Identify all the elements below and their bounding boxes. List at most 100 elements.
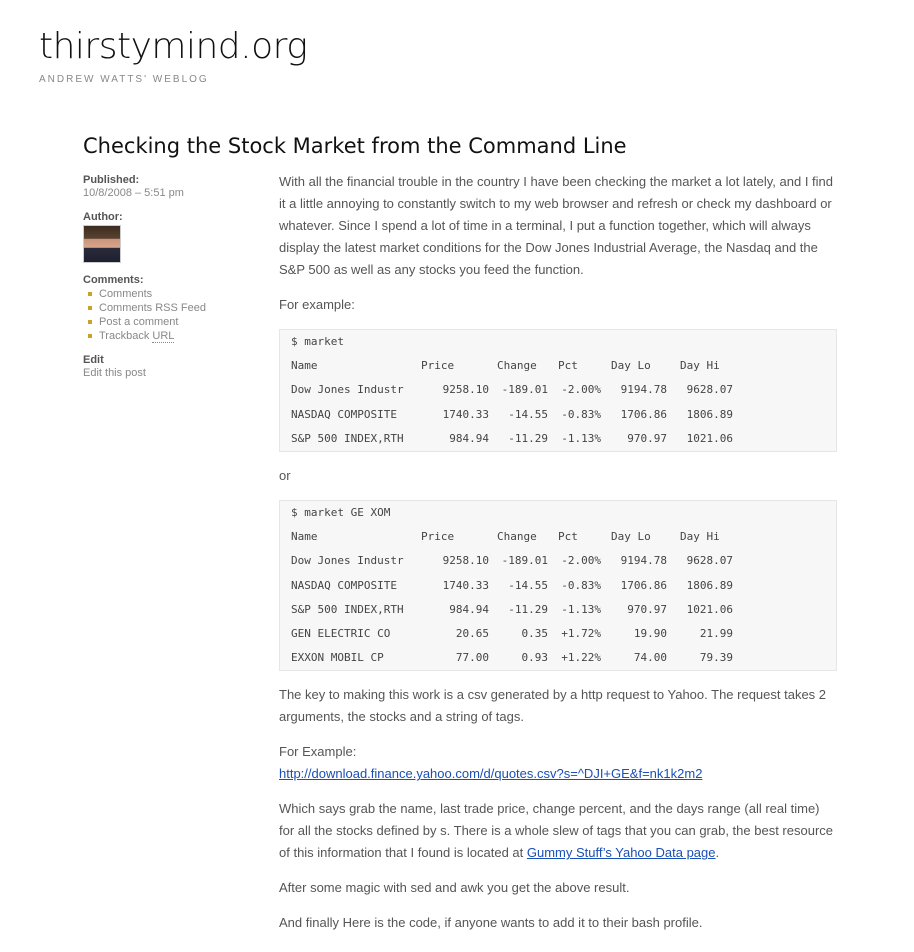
row-day-lo: 970.97 [627, 602, 667, 616]
yahoo-quotes-url-link[interactable]: http://download.finance.yahoo.com/d/quot… [279, 766, 702, 781]
row-change: -14.55 [508, 578, 548, 592]
row-day-lo: 970.97 [627, 431, 667, 445]
code-header-row: Name Price Change Pct Day Lo Day Hi [291, 354, 825, 378]
row-price: 9258.10 [442, 383, 489, 397]
row-pct: -2.00% [561, 383, 601, 397]
code-row: S&P 500 INDEX,RTH 984.94 -11.29 -1.13% 970.9… [291, 598, 825, 622]
row-change: -189.01 [501, 554, 548, 568]
row-day-lo: 1706.86 [620, 578, 667, 592]
row-name: S&P 500 INDEX,RTH [291, 431, 404, 445]
or-text: or [279, 468, 291, 484]
header-price: Price [421, 359, 455, 373]
post-comment-link[interactable]: Post a comment [83, 315, 253, 329]
comments-rss-link[interactable]: Comments RSS Feed [83, 301, 253, 315]
row-day-hi: 1806.89 [686, 578, 733, 592]
author-label: Author: [83, 211, 123, 223]
code-row: NASDAQ COMPOSITE 1740.33 -14.55 -0.83% 1706.… [291, 403, 825, 427]
header-price: Price [421, 530, 455, 544]
row-day-lo: 1706.86 [620, 407, 667, 421]
row-change: -11.29 [508, 602, 548, 616]
row-name: Dow Jones Industr [291, 554, 404, 568]
row-change: -14.55 [508, 407, 548, 421]
header-day-lo: Day Lo [611, 530, 651, 544]
code-command: $ market [291, 335, 344, 348]
row-day-lo: 74.00 [633, 651, 667, 665]
row-name: EXXON MOBIL CP [291, 651, 384, 665]
row-change: -189.01 [501, 383, 548, 397]
code-row: EXXON MOBIL CP 77.00 0.93 +1.22% 74.00 79.39 [291, 646, 825, 670]
trackback-url-abbr: URL [152, 330, 175, 343]
author-avatar[interactable] [83, 225, 121, 263]
row-price: 1740.33 [442, 407, 489, 421]
row-name: NASDAQ COMPOSITE [291, 578, 397, 592]
site-title[interactable]: thirstymind.org [39, 26, 308, 67]
row-name: NASDAQ COMPOSITE [291, 407, 397, 421]
published-date: 10/8/2008 – 5:51 pm [83, 187, 184, 199]
post-meta-sidebar: Published: 10/8/2008 – 5:51 pm Author: C… [83, 174, 253, 380]
row-pct: -0.83% [561, 407, 601, 421]
row-day-hi: 1021.06 [686, 602, 733, 616]
for-example-text: For example: [279, 297, 355, 312]
post-title[interactable]: Checking the Stock Market from the Comma… [83, 134, 627, 158]
code-row: Dow Jones Industr 9258.10 -189.01 -2.00% 919… [291, 378, 825, 402]
code-command: $ market GE XOM [291, 506, 391, 520]
gummy-stuff-link[interactable]: Gummy Stuff’s Yahoo Data page [527, 845, 716, 860]
row-pct: -2.00% [561, 554, 601, 568]
yahoo-csv-paragraph: The key to making this work is a csv gen… [279, 687, 827, 725]
row-change: 0.35 [521, 627, 549, 641]
row-day-hi: 1806.89 [686, 407, 733, 421]
row-price: 984.94 [449, 602, 489, 616]
row-change: 0.93 [521, 651, 549, 665]
code-block-market-ge-xom: $ market GE XOM Name Price Change Pct Day Lo D… [279, 500, 837, 672]
row-pct: +1.72% [561, 627, 601, 641]
row-price: 1740.33 [442, 578, 489, 592]
header-pct: Pct [558, 359, 578, 373]
row-price: 20.65 [455, 627, 489, 641]
header-name: Name [291, 530, 318, 544]
row-change: -11.29 [508, 431, 548, 445]
code-row: Dow Jones Industr 9258.10 -189.01 -2.00% 919… [291, 549, 825, 573]
row-day-hi: 9628.07 [686, 554, 733, 568]
code-row: NASDAQ COMPOSITE 1740.33 -14.55 -0.83% 1706.… [291, 574, 825, 598]
edit-label: Edit [83, 354, 104, 366]
header-change: Change [497, 530, 537, 544]
row-price: 9258.10 [442, 554, 489, 568]
for-example-label: For Example: [279, 744, 357, 760]
sed-awk-paragraph: After some magic with sed and awk you ge… [279, 880, 630, 896]
edit-post-link[interactable]: Edit this post [83, 366, 253, 380]
row-day-lo: 19.90 [633, 627, 667, 641]
row-name: S&P 500 INDEX,RTH [291, 602, 404, 616]
comments-link[interactable]: Comments [83, 287, 253, 301]
code-row: GEN ELECTRIC CO 20.65 0.35 +1.72% 19.90 21.99 [291, 622, 825, 646]
header-day-hi: Day Hi [680, 359, 720, 373]
for-example-url-paragraph: For Example: http://download.finance.yaho… [279, 741, 837, 785]
row-name: GEN ELECTRIC CO [291, 627, 391, 641]
published-label: Published: [83, 174, 140, 186]
tags-paragraph: Which says grab the name, last trade pri… [279, 798, 837, 864]
code-intro-paragraph: And finally Here is the code, if anyone … [279, 915, 703, 931]
intro-paragraph: With all the financial trouble in the co… [279, 174, 834, 277]
header-change: Change [497, 359, 537, 373]
tags-paragraph-end: . [715, 845, 720, 861]
row-day-hi: 9628.07 [686, 383, 733, 397]
comment-links: Comments Comments RSS Feed Post a commen… [83, 287, 253, 343]
row-pct: -1.13% [561, 431, 601, 445]
header-day-hi: Day Hi [680, 530, 720, 544]
code-block-market: $ market Name Price Change Pct Day Lo Day Hi Do… [279, 329, 837, 453]
trackback-link[interactable]: Trackback URL [83, 329, 253, 343]
row-pct: -0.83% [561, 578, 601, 592]
row-day-hi: 1021.06 [686, 431, 733, 445]
row-pct: -1.13% [561, 602, 601, 616]
code-header-row: Name Price Change Pct Day Lo Day Hi [291, 525, 825, 549]
comments-label: Comments: [83, 274, 144, 286]
row-day-lo: 9194.78 [620, 554, 667, 568]
site-description: ANDREW WATTS' WEBLOG [39, 74, 209, 85]
row-day-hi: 79.39 [699, 651, 733, 665]
row-day-hi: 21.99 [699, 627, 733, 641]
row-name: Dow Jones Industr [291, 383, 404, 397]
row-pct: +1.22% [561, 651, 601, 665]
row-day-lo: 9194.78 [620, 383, 667, 397]
row-price: 984.94 [449, 431, 489, 445]
code-row: S&P 500 INDEX,RTH 984.94 -11.29 -1.13% 970.9… [291, 427, 825, 451]
post-content: With all the financial trouble in the co… [279, 171, 837, 947]
